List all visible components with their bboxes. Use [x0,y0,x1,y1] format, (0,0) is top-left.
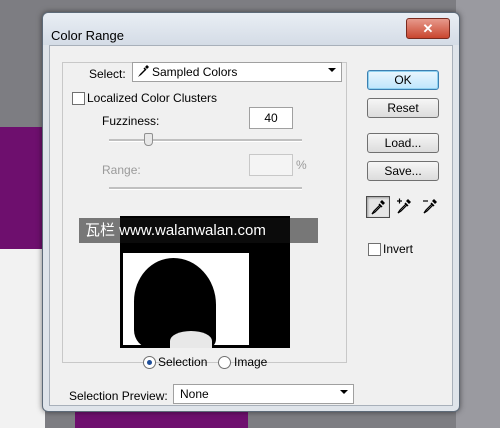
selection-radio-label: Selection [158,355,208,369]
watermark-overlay: 瓦栏 www.walanwalan.com [79,218,318,243]
range-unit: % [296,158,307,172]
chevron-down-icon [328,68,336,72]
title-bar: Color Range ✕ [43,13,459,45]
selection-preview-dropdown[interactable]: None [173,384,354,404]
dialog-title: Color Range [51,28,124,43]
image-radio-label: Image [234,355,268,369]
close-icon: ✕ [422,21,434,36]
chevron-down-icon [340,390,348,394]
range-input[interactable] [249,154,293,176]
eyedropper-plus-tool-button[interactable] [393,196,415,216]
eyedropper-tool-button[interactable] [366,196,390,218]
invert-label: Invert [383,242,414,256]
eyedropper-plus-icon [397,198,411,214]
image-radio[interactable] [218,356,231,369]
fuzziness-slider-thumb[interactable] [143,133,153,146]
eyedropper-icon [371,200,385,215]
close-button[interactable]: ✕ [406,18,450,39]
fuzziness-input[interactable]: 40 [249,107,293,129]
background-right-panel [456,0,500,428]
eyedropper-icon [137,65,149,81]
selection-preview-label: Selection Preview: [69,389,168,403]
select-dropdown[interactable]: Sampled Colors [132,62,342,82]
localized-clusters-label: Localized Color Clusters [87,91,218,105]
localized-clusters-checkbox[interactable] [72,92,85,105]
preview-shirt-area [170,331,212,348]
eyedropper-minus-icon [423,199,437,214]
background-purple-block [0,127,45,249]
selection-preview-value: None [180,387,209,401]
range-label: Range: [102,163,141,177]
fuzziness-label: Fuzziness: [102,114,160,128]
color-range-dialog: Color Range ✕ Select: Sampled Colors Loc… [42,12,460,412]
range-slider-track[interactable] [109,187,302,190]
preview-head-silhouette [146,262,198,326]
load-button[interactable]: Load... [367,133,439,153]
invert-checkbox[interactable] [368,243,381,256]
save-button[interactable]: Save... [367,161,439,181]
eyedropper-minus-tool-button[interactable] [419,196,441,216]
fuzziness-slider-track[interactable] [109,139,302,142]
selection-radio[interactable] [143,356,156,369]
cancel-button[interactable]: Reset [367,98,439,118]
select-label: Select: [89,67,126,81]
ok-button[interactable]: OK [367,70,439,90]
select-value: Sampled Colors [152,65,238,79]
background-white-block [0,249,45,428]
